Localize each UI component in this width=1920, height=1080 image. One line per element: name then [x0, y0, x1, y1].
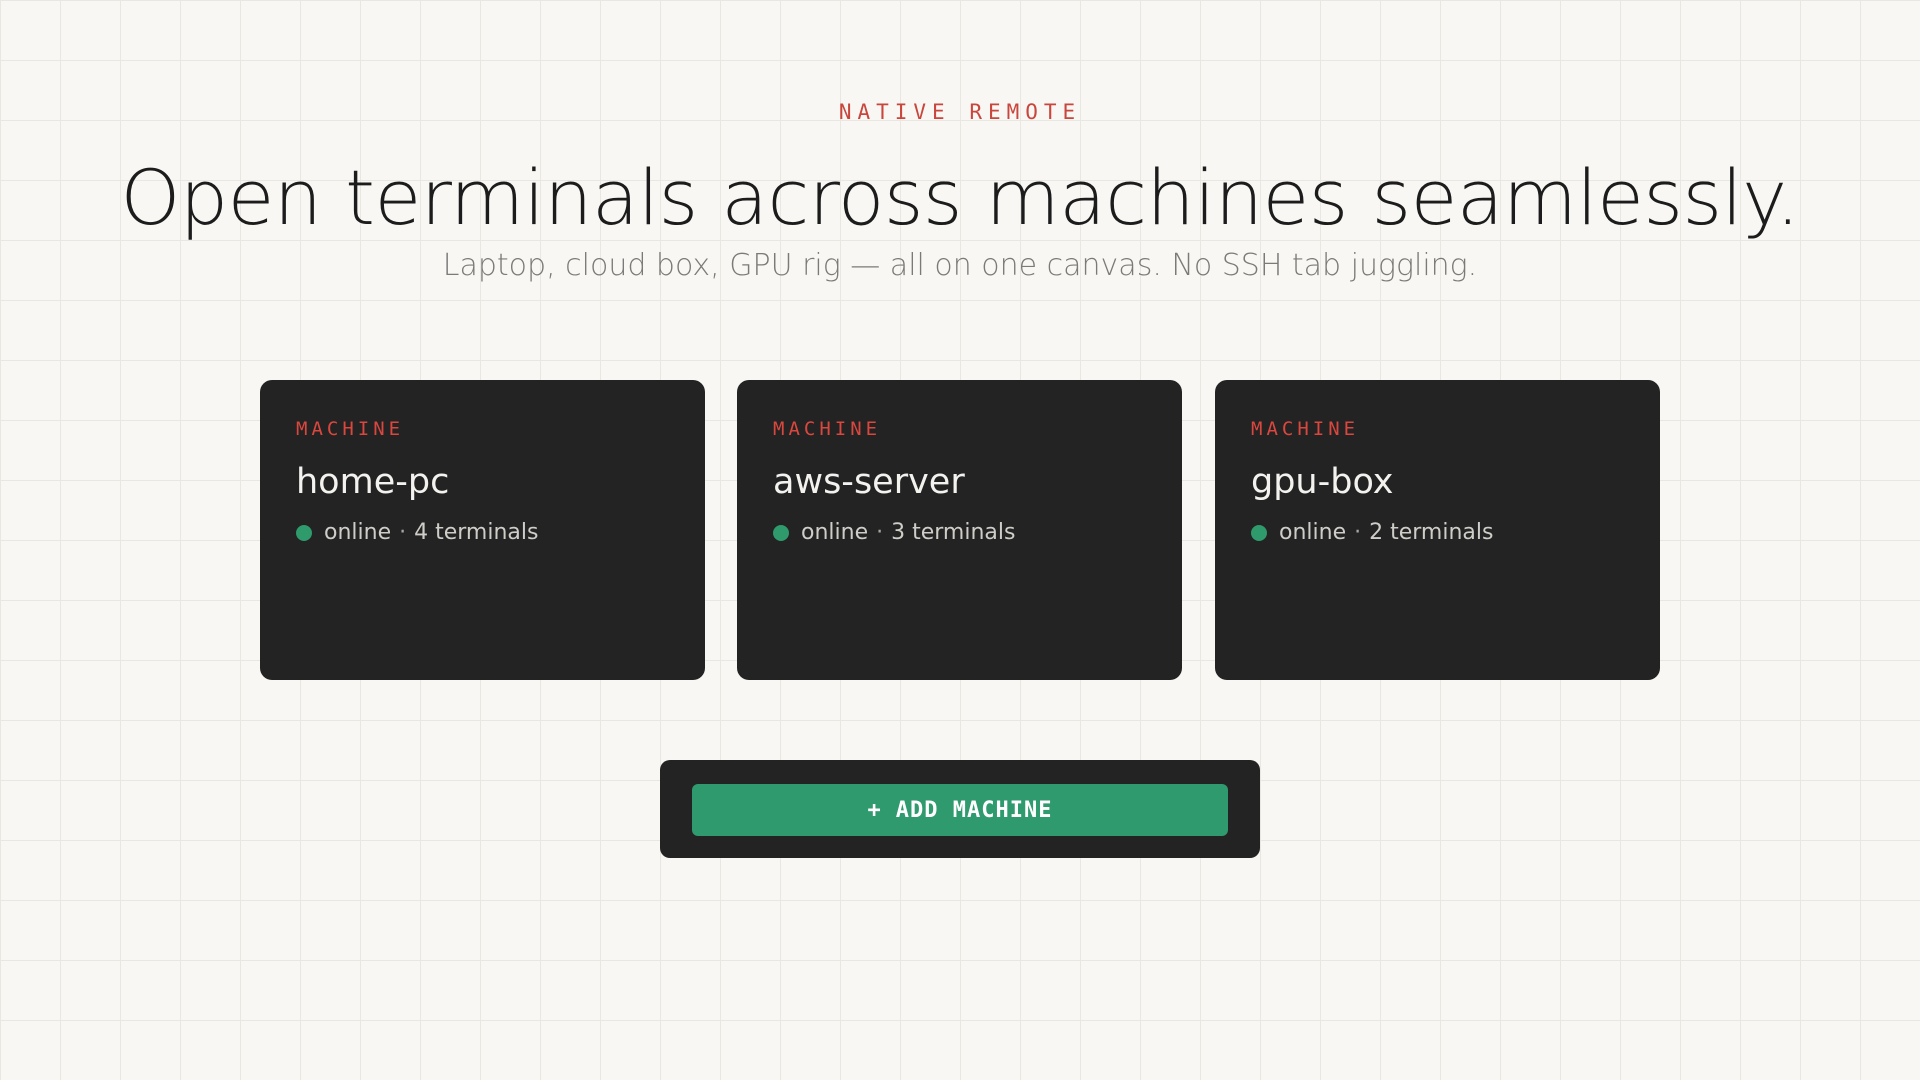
machine-card-gpu-box[interactable]: MACHINE gpu-box online · 2 terminals: [1215, 380, 1660, 680]
machine-status: online · 4 terminals: [296, 520, 669, 545]
action-bar: + ADD MACHINE: [660, 760, 1260, 858]
machine-status: online · 2 terminals: [1251, 520, 1624, 545]
status-text: online: [801, 520, 869, 545]
page-subtitle: Laptop, cloud box, GPU rig — all on one …: [442, 248, 1478, 283]
plus-icon: +: [867, 797, 882, 823]
online-status-icon: [773, 524, 789, 541]
eyebrow-label: NATIVE REMOTE: [838, 100, 1082, 124]
terminal-count: 2 terminals: [1369, 520, 1494, 545]
status-separator: ·: [1354, 520, 1362, 545]
machine-card-label: MACHINE: [1251, 418, 1360, 440]
machine-name: home-pc: [296, 462, 450, 502]
status-text: online: [324, 520, 392, 545]
machine-card-label: MACHINE: [296, 418, 405, 440]
status-separator: ·: [876, 520, 884, 545]
status-separator: ·: [399, 520, 407, 545]
machine-name: aws-server: [773, 462, 965, 502]
machine-card-aws-server[interactable]: MACHINE aws-server online · 3 terminals: [737, 380, 1182, 680]
add-machine-label: ADD MACHINE: [895, 797, 1053, 823]
terminal-count: 4 terminals: [414, 520, 539, 545]
machine-card-label: MACHINE: [773, 418, 882, 440]
machine-status: online · 3 terminals: [773, 520, 1146, 545]
online-status-icon: [296, 524, 312, 541]
machine-cards: MACHINE home-pc online · 4 terminals MAC…: [260, 380, 1660, 680]
machine-name: gpu-box: [1251, 462, 1394, 502]
page-title: Open terminals across machines seamlessl…: [120, 153, 1800, 242]
online-status-icon: [1251, 524, 1267, 541]
status-text: online: [1279, 520, 1347, 545]
machine-card-home-pc[interactable]: MACHINE home-pc online · 4 terminals: [260, 380, 705, 680]
terminal-count: 3 terminals: [891, 520, 1016, 545]
add-machine-button[interactable]: + ADD MACHINE: [692, 784, 1228, 836]
